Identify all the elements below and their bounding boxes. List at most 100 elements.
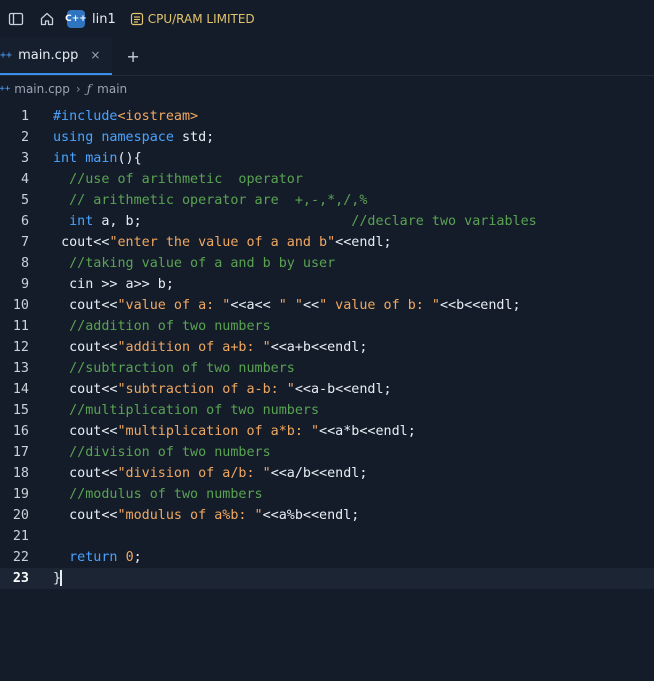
code-line[interactable]: 6 int a, b; //declare two variables [0, 211, 654, 232]
code-token: //use of arithmetic operator [69, 172, 303, 187]
cpp-file-icon: C++ [0, 84, 11, 94]
code-token: using [53, 130, 94, 145]
code-line[interactable]: 19 //modulus of two numbers [0, 484, 654, 505]
code-token: << [302, 298, 320, 313]
code-text: cout<<"division of a/b: "<<a/b<<endl; [53, 463, 367, 484]
indent-guide [53, 403, 69, 418]
indent-guide [53, 550, 69, 565]
code-line[interactable]: 23} [0, 568, 654, 589]
add-tab-button[interactable]: + [126, 37, 139, 75]
line-number: 18 [12, 466, 29, 481]
code-line[interactable]: 5 // arithmetic operator are +,-,*,/,% [0, 190, 654, 211]
code-line[interactable]: 2 using namespace std; [0, 127, 654, 148]
code-token: //subtraction of two numbers [69, 361, 295, 376]
code-line[interactable]: 15 //multiplication of two numbers [0, 400, 654, 421]
tab-main-cpp[interactable]: C++ main.cpp × [0, 37, 113, 75]
code-token: "subtraction of a-b: " [117, 382, 295, 397]
code-token: //addition of two numbers [69, 319, 271, 334]
line-number: 9 [20, 277, 29, 292]
indent-guide [53, 172, 69, 187]
code-token: cout<< [69, 382, 118, 397]
line-number: 19 [12, 487, 29, 502]
code-line[interactable]: 7 cout<<"enter the value of a and b"<<en… [0, 232, 654, 253]
code-token: cout<< [61, 235, 110, 250]
code-line[interactable]: 12 cout<<"addition of a+b: "<<a+b<<endl; [0, 337, 654, 358]
code-line[interactable]: 20 cout<<"modulus of a%b: "<<a%b<<endl; [0, 505, 654, 526]
line-number: 15 [12, 403, 29, 418]
indent-guide [53, 298, 69, 313]
text-cursor [60, 570, 63, 586]
code-token: "enter the value of a and b" [109, 235, 336, 250]
indent-guide [53, 340, 69, 355]
line-number: 23 [12, 571, 29, 586]
project-selector[interactable]: C++ lin1 [65, 10, 116, 28]
code-token: <<a*b<<endl; [319, 424, 416, 439]
indent-guide [53, 466, 69, 481]
code-token: (){ [117, 151, 142, 166]
code-token: "multiplication of a*b: " [117, 424, 320, 439]
code-line[interactable]: 16 cout<<"multiplication of a*b: "<<a*b<… [0, 421, 654, 442]
indent-guide [53, 319, 69, 334]
code-line[interactable]: 4 //use of arithmetic operator [0, 169, 654, 190]
code-line[interactable]: 17 //division of two numbers [0, 442, 654, 463]
code-line[interactable]: 8 //taking value of a and b by user [0, 253, 654, 274]
code-token: cin >> a>> b; [69, 277, 174, 292]
code-text: return 0; [53, 547, 142, 568]
code-text: cout<<"subtraction of a-b: "<<a-b<<endl; [53, 379, 392, 400]
close-icon[interactable]: × [90, 48, 100, 62]
code-line[interactable]: 13 //subtraction of two numbers [0, 358, 654, 379]
code-token: int [69, 214, 94, 229]
home-icon[interactable] [35, 7, 59, 31]
code-token: //declare two variables [351, 214, 537, 229]
resource-limit-badge[interactable]: CPU/RAM LIMITED [130, 12, 255, 26]
indent-guide [53, 424, 69, 439]
code-text [53, 526, 69, 547]
code-line[interactable]: 10 cout<<"value of a: "<<a<< " "<<" valu… [0, 295, 654, 316]
code-token: cout<< [69, 466, 118, 481]
code-token: cout<< [69, 424, 118, 439]
code-line[interactable]: 14 cout<<"subtraction of a-b: "<<a-b<<en… [0, 379, 654, 400]
code-token: int [53, 151, 78, 166]
code-line[interactable]: 1 #include<iostream> [0, 106, 654, 127]
indent-guide [53, 193, 69, 208]
indent-guide [53, 361, 69, 376]
line-number: 3 [20, 151, 29, 166]
indent-guide [53, 445, 69, 460]
line-number: 6 [20, 214, 29, 229]
code-text: int a, b; //declare two variables [53, 211, 537, 232]
code-line[interactable]: 9 cin >> a>> b; [0, 274, 654, 295]
code-token: //multiplication of two numbers [69, 403, 320, 418]
breadcrumb-symbol[interactable]: main [97, 82, 127, 96]
code-token: namespace [101, 130, 174, 145]
code-token: "modulus of a%b: " [117, 508, 263, 523]
code-text: //taking value of a and b by user [53, 253, 335, 274]
code-text: } [53, 568, 63, 589]
code-text: cout<<"multiplication of a*b: "<<a*b<<en… [53, 421, 416, 442]
code-token: "value of a: " [117, 298, 231, 313]
breadcrumb-file[interactable]: main.cpp [14, 82, 70, 96]
code-token: //modulus of two numbers [69, 487, 263, 502]
line-number: 12 [12, 340, 29, 355]
code-token: <<b<<endl; [440, 298, 521, 313]
indent-guide [53, 256, 69, 271]
code-token: // arithmetic operator are +,-,*,/,% [69, 193, 368, 208]
code-line[interactable]: 11 //addition of two numbers [0, 316, 654, 337]
code-token: "division of a/b: " [117, 466, 271, 481]
code-token: //taking value of a and b by user [69, 256, 336, 271]
indent-guide [53, 235, 61, 250]
code-text: int main(){ [53, 148, 142, 169]
code-line[interactable]: 18 cout<<"division of a/b: "<<a/b<<endl; [0, 463, 654, 484]
code-text: using namespace std; [53, 127, 214, 148]
code-line[interactable]: 22 return 0; [0, 547, 654, 568]
code-token: "addition of a+b: " [117, 340, 271, 355]
line-number: 11 [12, 319, 29, 334]
indent-guide [53, 382, 69, 397]
sidebar-toggle-icon[interactable] [4, 7, 28, 31]
code-editor[interactable]: 1 #include<iostream> 2 using namespace std;… [0, 106, 654, 681]
code-token: ; [133, 550, 142, 565]
code-text: cout<<"enter the value of a and b"<<endl… [53, 232, 392, 253]
code-line[interactable]: 3 int main(){ [0, 148, 654, 169]
project-name: lin1 [92, 11, 116, 27]
code-text: cout<<"addition of a+b: "<<a+b<<endl; [53, 337, 367, 358]
code-line[interactable]: 21 [0, 526, 654, 547]
